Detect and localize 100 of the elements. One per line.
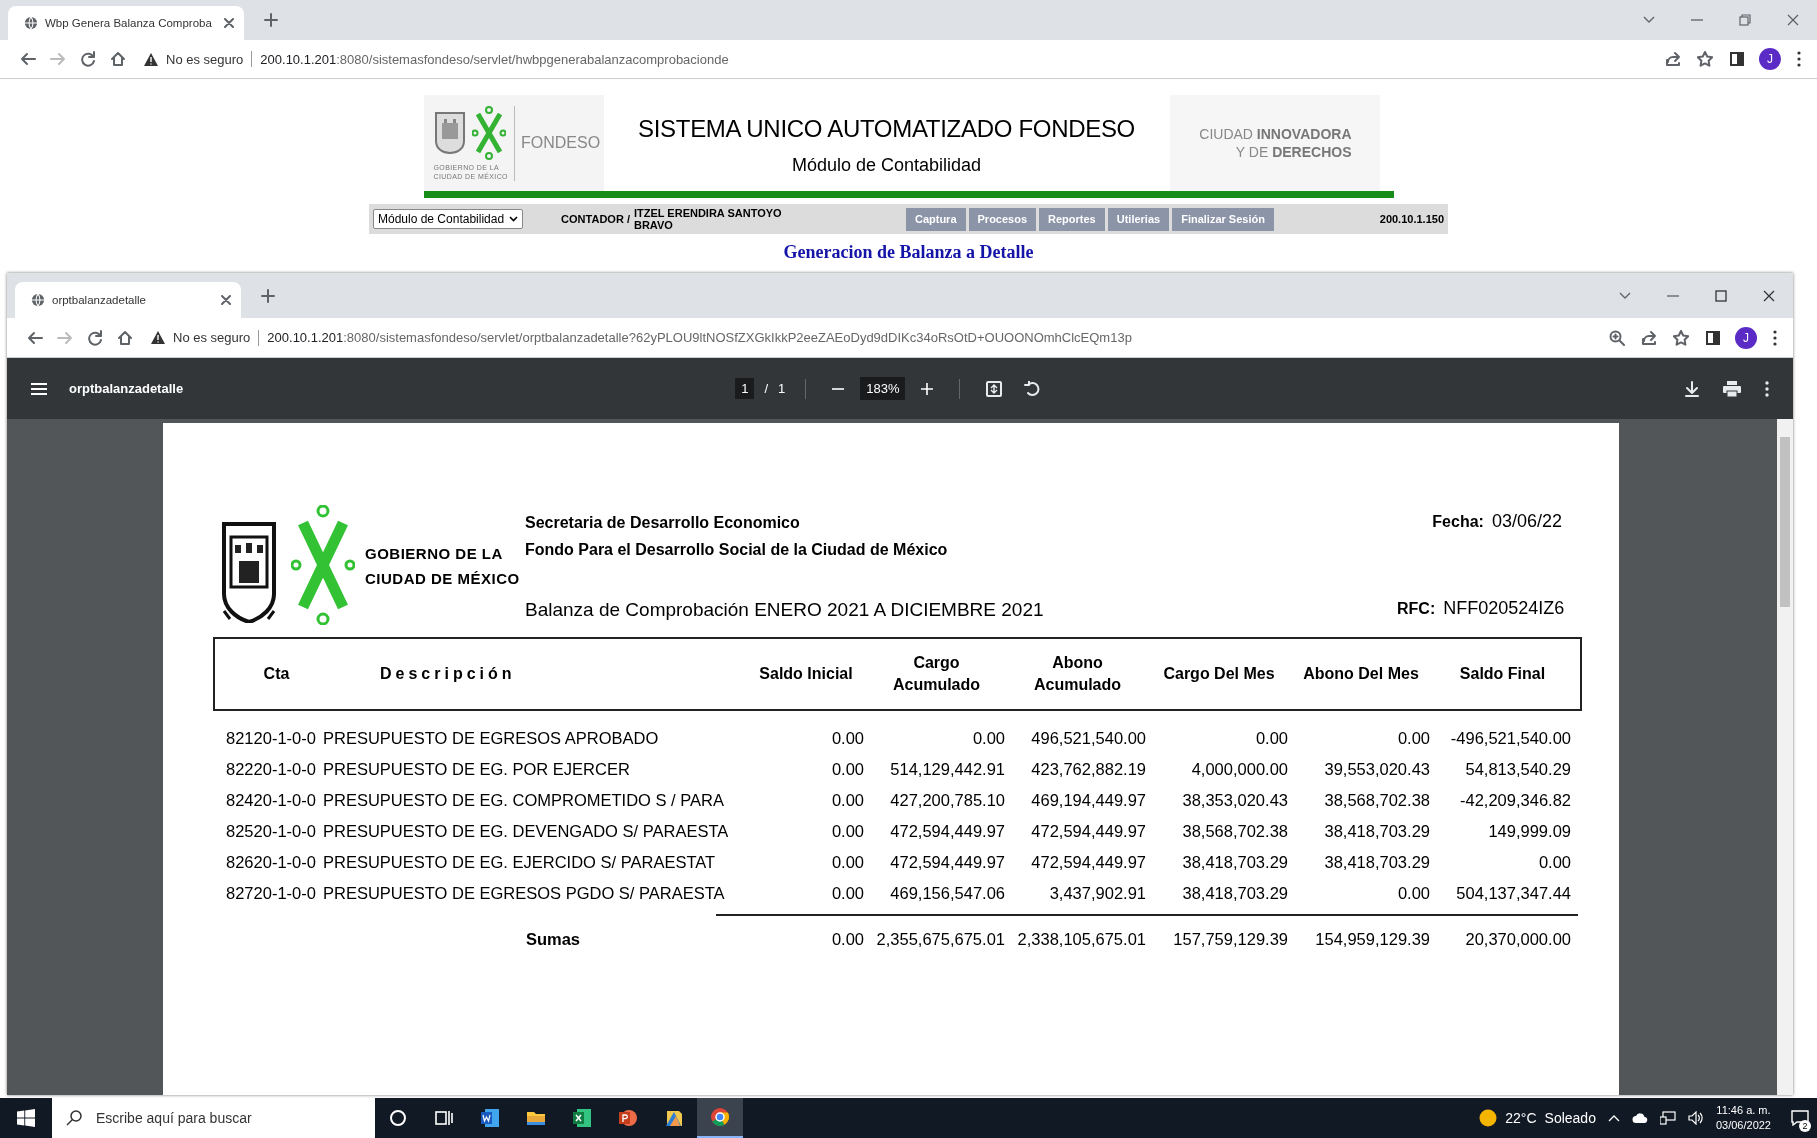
table-cell-text: 472,594,449.97 [1030,853,1146,872]
document-title: orptbalanzadetalle [69,381,184,396]
new-tab-icon[interactable] [261,288,275,303]
rfc-label: RFC: [1397,600,1436,618]
reload-icon[interactable] [87,329,103,346]
totals-label: Sumas [524,930,581,949]
logo-text: CIUDAD DE MÉXICO [365,569,520,589]
spreadsheet-app-icon[interactable] [572,1108,592,1128]
rotate-icon[interactable] [1024,380,1041,397]
cloud-icon[interactable] [1631,1113,1648,1123]
table-cell-text: PRESUPUESTO DE EG. EJERCIDO S/ PARAESTAT [323,853,717,872]
speaker-icon[interactable] [1687,1111,1704,1125]
scrollbar[interactable] [1777,419,1793,1095]
zoom-icon[interactable] [1609,329,1625,346]
globe-icon [24,16,38,30]
globe-icon [31,293,45,307]
forward-arrow-icon [50,51,66,67]
restore-icon[interactable] [1739,14,1751,26]
table-cell-text: 4,000,000.00 [1190,760,1288,779]
table-cell-text: 82720-1-0-0 [226,884,317,903]
chevron-up-icon[interactable] [1607,1114,1620,1122]
side-panel-icon[interactable] [1705,329,1721,346]
profile-avatar[interactable]: J [1735,326,1757,349]
logo-text: GOBIERNO DE LA [365,544,504,564]
browser-tab[interactable]: Wbp Genera Balanza Comproba [8,6,244,40]
profile-avatar[interactable]: J [1759,48,1781,70]
security-label: No es seguro [173,330,251,345]
page-separator: / [764,381,768,396]
network-icon[interactable] [1659,1111,1676,1125]
chevron-down-icon[interactable] [1619,291,1631,300]
module-dropdown[interactable]: Módulo de Contabilidad [373,209,524,229]
back-arrow-icon[interactable] [27,329,43,346]
close-icon[interactable] [1763,289,1775,302]
home-icon[interactable] [110,51,126,67]
security-label: No es seguro [166,51,244,67]
more-icon[interactable] [1773,329,1777,346]
slogan-text: Y DE DERECHOS [1235,143,1352,161]
search-field[interactable]: Escribe aquí para buscar [52,1098,375,1138]
coat-of-arms-icon [221,521,277,623]
presentation-app-icon[interactable] [618,1108,638,1128]
table-cell-text: 0.00 [971,729,1005,748]
share-icon[interactable] [1641,329,1657,346]
download-icon[interactable] [1685,380,1699,397]
close-icon[interactable] [224,18,234,28]
more-icon[interactable] [1797,51,1801,67]
table-cell-text: 82420-1-0-0 [226,791,317,810]
close-icon[interactable] [221,295,231,305]
close-icon[interactable] [1787,14,1799,26]
start-icon[interactable] [17,1109,35,1127]
browser-tab[interactable]: orptbalanzadetalle [15,282,241,318]
organization-name: Secretaria de Desarrollo Economico [525,513,801,533]
table-cell-text: 472,594,449.97 [889,853,1005,872]
url-field[interactable]: No es seguro 200.10.1.201:8080/sistemasfondeso/servlet/orptbalanzadetalle?62yPLOU9ltNOSfZXGkIkkP2eeZAEoDyd9dDIKc34oRsOtD+OUOONOmhClcEQm13p [151,329,1132,346]
side-panel-icon[interactable] [1729,51,1745,67]
document-app-icon[interactable] [480,1108,500,1128]
table-cell-text: 0.00 [1537,853,1571,872]
maximize-icon[interactable] [1715,289,1727,302]
fit-page-icon[interactable] [986,380,1003,397]
table-cell-text: 38,568,702.38 [1323,791,1430,810]
table-cell-text: 39,553,020.43 [1323,760,1430,779]
page-number-field[interactable]: 1 [735,378,755,399]
slogan-text: CIUDAD INNOVADORA [1199,125,1352,143]
table-cell-text: 38,418,703.29 [1323,853,1430,872]
weather-text: Soleado [1544,1110,1596,1126]
more-icon[interactable] [1765,380,1769,397]
star-icon[interactable] [1697,51,1713,67]
home-icon[interactable] [117,329,133,346]
warning-icon [144,52,158,66]
zoom-field[interactable]: 183% [860,377,906,400]
url-text: 200.10.1.201:8080/sistemasfondeso/servlet/hwbpgenerabalanzacomprobacionde [260,51,729,67]
table-cell-text: 3,437,902.91 [1048,884,1146,903]
file-manager-icon[interactable] [664,1108,684,1128]
new-tab-icon[interactable] [264,13,278,27]
share-icon[interactable] [1665,51,1681,67]
forward-arrow-icon [57,329,73,346]
circle-icon[interactable] [388,1108,408,1128]
column-header: Abono Acumulado [1032,653,1123,695]
table-cell-text: 38,418,703.29 [1323,822,1430,841]
tab-title: orptbalanzadetalle [52,294,147,306]
back-arrow-icon[interactable] [20,51,36,67]
star-icon[interactable] [1673,329,1689,346]
task-view-icon[interactable] [434,1108,454,1128]
zoom-in-icon[interactable] [921,382,934,395]
table-cell-text: 0.00 [830,791,864,810]
zoom-out-icon[interactable] [832,387,845,390]
url-field[interactable]: No es seguro 200.10.1.201:8080/sistemasfondeso/servlet/hwbpgenerabalanzacomprobacionde [144,51,729,67]
table-cell-text: 504,137,347.44 [1455,884,1571,903]
notification-button[interactable]: 2 [1783,1098,1817,1138]
chevron-down-icon[interactable] [1643,16,1655,24]
table-cell-text: 149,999.09 [1487,822,1571,841]
caret-icon [509,216,519,222]
agency-name: FONDESO [520,134,601,152]
reload-icon[interactable] [80,51,96,67]
ip-address: 200.10.1.150 [1379,213,1444,225]
browser-icon[interactable] [710,1107,730,1127]
scrollbar-thumb[interactable] [1780,437,1790,607]
column-header: Cargo Del Mes [1162,664,1276,684]
menu-icon[interactable] [31,382,47,395]
table-cell-text: PRESUPUESTO DE EGRESOS APROBADO [323,729,660,748]
print-icon[interactable] [1723,380,1741,397]
